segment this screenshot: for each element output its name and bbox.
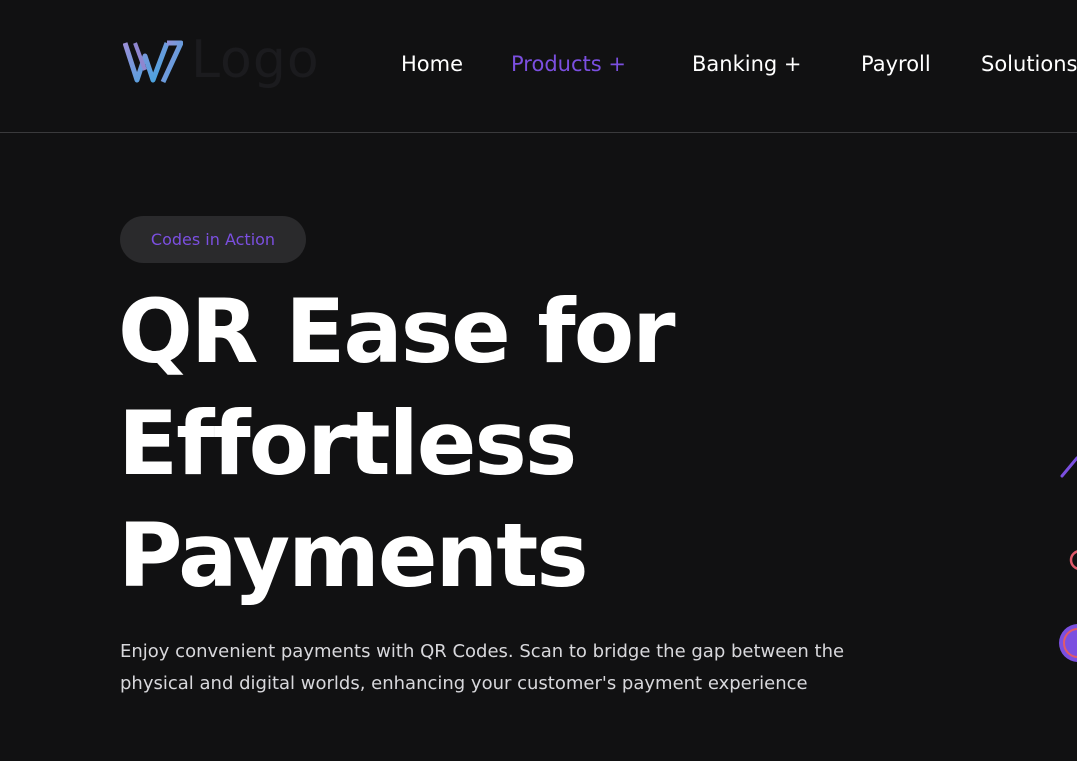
headline-line: QR Ease for — [118, 280, 676, 383]
hero-headline: QR Ease for Effortless Payments — [118, 276, 878, 612]
logo-mark-icon — [123, 40, 183, 84]
headline-line: Effortless — [118, 392, 577, 495]
site-header: Logo Home Products + Banking + Payroll S… — [0, 0, 1077, 133]
description-line: Enjoy convenient payments with QR Codes.… — [120, 641, 845, 662]
hero-description: Enjoy convenient payments with QR Codes.… — [120, 636, 940, 700]
decorative-pin-icon — [1069, 550, 1077, 570]
nav-payroll[interactable]: Payroll — [861, 49, 931, 79]
nav-solutions[interactable]: Solutions — [981, 49, 1077, 79]
decorative-illustration — [1059, 456, 1077, 662]
logo-wordmark: Logo — [191, 30, 320, 90]
description-line: physical and digital worlds, enhancing y… — [120, 673, 808, 694]
headline-line: Payments — [118, 504, 589, 607]
nav-home[interactable]: Home — [401, 49, 463, 79]
section-badge: Codes in Action — [120, 216, 306, 263]
nav-banking[interactable]: Banking + — [692, 49, 802, 79]
logo[interactable]: Logo — [123, 30, 333, 92]
decorative-circle-icon — [1059, 624, 1077, 662]
decorative-arrow-icon — [1060, 456, 1077, 478]
nav-products[interactable]: Products + — [511, 49, 626, 79]
